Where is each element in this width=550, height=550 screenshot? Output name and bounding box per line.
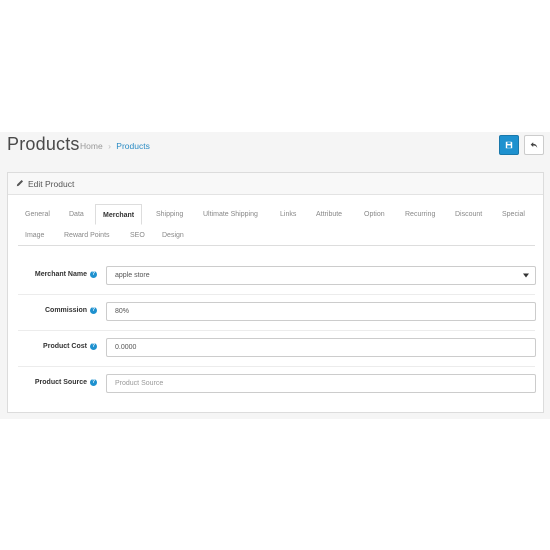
tab-shipping[interactable]: Shipping — [149, 204, 190, 225]
page-header: Products Home › Products — [0, 132, 550, 162]
question-circle-icon[interactable]: ? — [90, 307, 97, 314]
product-cost-input[interactable]: 0.0000 — [106, 338, 536, 357]
tab-links[interactable]: Links — [273, 204, 303, 225]
panel-heading: Edit Product — [8, 173, 543, 195]
tab-special[interactable]: Special — [495, 204, 532, 225]
product-source-input[interactable]: Product Source — [106, 374, 536, 393]
tab-discount[interactable]: Discount — [448, 204, 489, 225]
merchant-name-label-text: Merchant Name — [34, 271, 87, 278]
tab-reward-points[interactable]: Reward Points — [57, 225, 117, 246]
commission-row: Commission ? 80% — [18, 295, 536, 331]
commission-label-text: Commission — [44, 307, 87, 314]
product-cost-label: Product Cost ? — [43, 343, 97, 350]
tab-image[interactable]: Image — [18, 225, 51, 246]
tab-data[interactable]: Data — [62, 204, 91, 225]
question-circle-icon[interactable]: ? — [90, 271, 97, 278]
caret-down-icon — [523, 273, 529, 278]
tab-recurring[interactable]: Recurring — [398, 204, 442, 225]
edit-product-panel: Edit Product General Data Merchant Shipp… — [7, 172, 544, 413]
tab-seo[interactable]: SEO — [123, 225, 152, 246]
breadcrumb-products-link[interactable]: Products — [116, 141, 150, 151]
merchant-name-select[interactable]: apple store — [106, 266, 536, 285]
panel-title: Edit Product — [28, 179, 75, 189]
tab-attribute[interactable]: Attribute — [309, 204, 349, 225]
page-title: Products — [7, 134, 80, 154]
breadcrumb-separator: › — [108, 141, 111, 151]
commission-label: Commission ? — [45, 307, 97, 314]
back-button[interactable] — [524, 135, 544, 155]
commission-input[interactable]: 80% — [106, 302, 536, 321]
product-cost-label-text: Product Cost — [43, 343, 87, 350]
question-circle-icon[interactable]: ? — [90, 379, 97, 386]
product-tabs: General Data Merchant Shipping Ultimate … — [18, 204, 535, 246]
save-icon — [505, 141, 513, 149]
page-container: Products Home › Products Edit Product Ge… — [0, 132, 550, 419]
tab-general[interactable]: General — [18, 204, 57, 225]
breadcrumb: Home › Products — [80, 141, 150, 151]
tab-option[interactable]: Option — [357, 204, 392, 225]
breadcrumb-home-link[interactable]: Home — [80, 141, 103, 151]
product-source-label-text: Product Source — [34, 379, 87, 386]
product-source-label: Product Source ? — [35, 379, 97, 386]
pencil-icon — [16, 179, 24, 187]
product-source-row: Product Source ? Product Source — [18, 367, 536, 403]
tab-ultimate-shipping[interactable]: Ultimate Shipping — [196, 204, 265, 225]
tab-design[interactable]: Design — [155, 225, 191, 246]
question-circle-icon[interactable]: ? — [90, 343, 97, 350]
product-cost-row: Product Cost ? 0.0000 — [18, 331, 536, 367]
merchant-name-row: Merchant Name ? apple store — [18, 259, 536, 295]
reply-icon — [530, 142, 538, 148]
tab-merchant[interactable]: Merchant — [95, 204, 143, 225]
save-button[interactable] — [499, 135, 519, 155]
merchant-name-value: apple store — [115, 272, 150, 279]
merchant-name-label: Merchant Name ? — [35, 271, 97, 278]
